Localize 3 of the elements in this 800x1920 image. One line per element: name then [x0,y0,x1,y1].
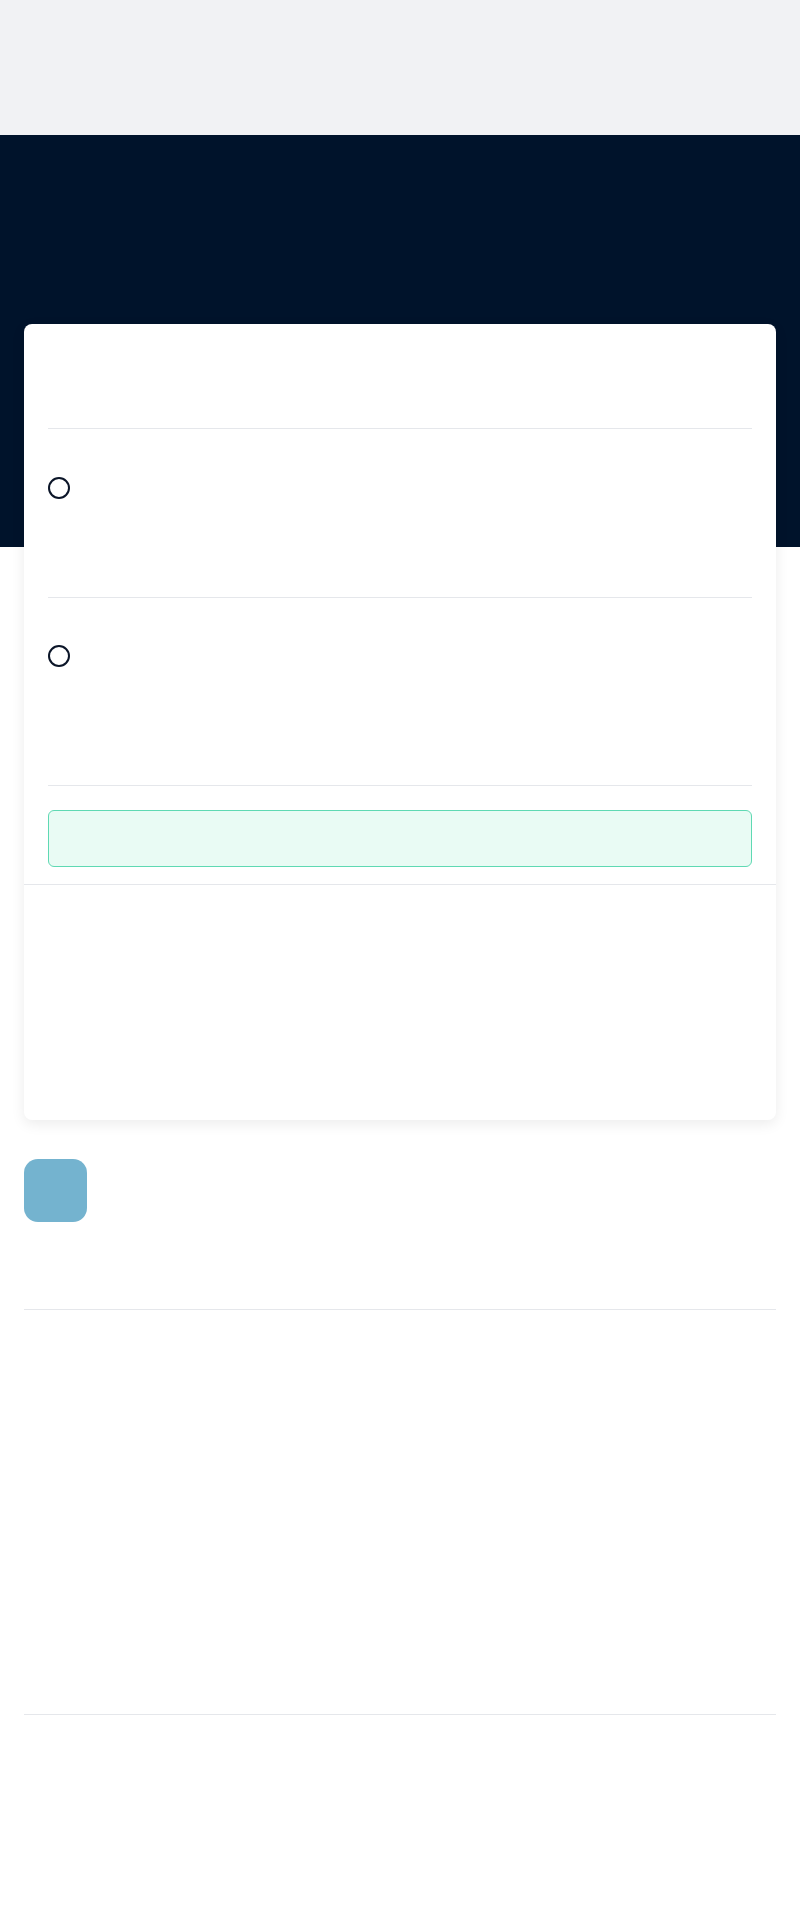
radio-button[interactable] [48,477,70,499]
app-tile [24,1159,87,1222]
radio-button[interactable] [48,645,70,667]
